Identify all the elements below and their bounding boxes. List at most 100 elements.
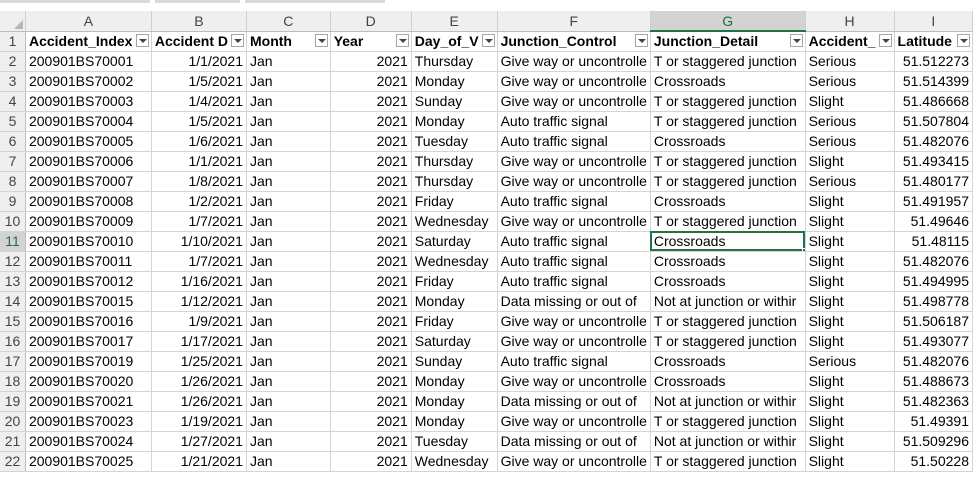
column-header-g[interactable]: G (650, 11, 806, 32)
cell-g[interactable]: T or staggered junction (650, 211, 806, 232)
cell-c[interactable]: Jan (246, 211, 331, 232)
cell-f[interactable]: Data missing or out of (497, 391, 651, 412)
cell-d[interactable]: 2021 (330, 231, 412, 252)
cell-a[interactable]: 200901BS70015 (25, 291, 152, 312)
cell-i[interactable]: 51.482076 (894, 131, 973, 152)
cell-h[interactable]: Slight (805, 91, 895, 112)
cell-b[interactable]: 1/8/2021 (151, 171, 247, 192)
cell-d[interactable]: 2021 (330, 191, 412, 212)
cell-b[interactable]: 1/17/2021 (151, 331, 247, 352)
filter-dropdown-icon[interactable] (230, 33, 244, 47)
cell-h[interactable]: Slight (805, 391, 895, 412)
cell-e[interactable]: Thursday (411, 151, 498, 172)
cell-f[interactable]: Auto traffic signal (497, 251, 651, 272)
header-cell-e[interactable]: Day_of_V (411, 31, 498, 52)
cell-c[interactable]: Jan (246, 51, 331, 72)
cell-d[interactable]: 2021 (330, 411, 412, 432)
filter-dropdown-icon[interactable] (957, 33, 970, 47)
cell-a[interactable]: 200901BS70011 (25, 251, 152, 272)
cell-e[interactable]: Thursday (411, 51, 498, 72)
cell-i[interactable]: 51.494995 (894, 271, 973, 292)
cell-f[interactable]: Auto traffic signal (497, 191, 651, 212)
cell-h[interactable]: Slight (805, 231, 895, 252)
cell-b[interactable]: 1/27/2021 (151, 431, 247, 452)
cell-g[interactable]: Crossroads (650, 191, 806, 212)
cell-c[interactable]: Jan (246, 171, 331, 192)
cell-e[interactable]: Friday (411, 311, 498, 332)
filter-dropdown-icon[interactable] (135, 33, 149, 47)
cell-f[interactable]: Auto traffic signal (497, 351, 651, 372)
cell-h[interactable]: Serious (805, 171, 895, 192)
cell-f[interactable]: Give way or uncontrolle (497, 171, 651, 192)
cell-c[interactable]: Jan (246, 391, 331, 412)
cell-e[interactable]: Monday (411, 411, 498, 432)
fill-handle[interactable] (801, 247, 805, 250)
row-header[interactable]: 19 (0, 391, 26, 412)
cell-c[interactable]: Jan (246, 431, 331, 452)
cell-h[interactable]: Slight (805, 191, 895, 212)
cell-h[interactable]: Serious (805, 351, 895, 372)
row-header[interactable]: 17 (0, 351, 26, 372)
row-header[interactable]: 21 (0, 431, 26, 452)
cell-e[interactable]: Monday (411, 71, 498, 92)
cell-d[interactable]: 2021 (330, 111, 412, 132)
cell-e[interactable]: Tuesday (411, 131, 498, 152)
cell-a[interactable]: 200901BS70024 (25, 431, 152, 452)
filter-dropdown-icon[interactable] (314, 33, 328, 47)
cell-d[interactable]: 2021 (330, 271, 412, 292)
cell-i[interactable]: 51.498778 (894, 291, 973, 312)
cell-h[interactable]: Slight (805, 331, 895, 352)
row-header[interactable]: 14 (0, 291, 26, 312)
cell-c[interactable]: Jan (246, 151, 331, 172)
cell-d[interactable]: 2021 (330, 131, 412, 152)
cell-f[interactable]: Give way or uncontrolle (497, 51, 651, 72)
cell-d[interactable]: 2021 (330, 351, 412, 372)
cell-i[interactable]: 51.48115 (894, 231, 973, 252)
cell-e[interactable]: Tuesday (411, 431, 498, 452)
cell-a[interactable]: 200901BS70017 (25, 331, 152, 352)
cell-c[interactable]: Jan (246, 351, 331, 372)
cell-g[interactable]: Crossroads (650, 231, 806, 252)
cell-h[interactable]: Slight (805, 411, 895, 432)
cell-d[interactable]: 2021 (330, 91, 412, 112)
cell-i[interactable]: 51.512273 (894, 51, 973, 72)
cell-e[interactable]: Wednesday (411, 451, 498, 472)
cell-b[interactable]: 1/5/2021 (151, 71, 247, 92)
cell-b[interactable]: 1/2/2021 (151, 191, 247, 212)
cell-i[interactable]: 51.49391 (894, 411, 973, 432)
row-header[interactable]: 22 (0, 451, 26, 472)
cell-f[interactable]: Give way or uncontrolle (497, 411, 651, 432)
row-header[interactable]: 18 (0, 371, 26, 392)
cell-e[interactable]: Monday (411, 391, 498, 412)
filter-dropdown-icon[interactable] (634, 33, 648, 47)
cell-f[interactable]: Auto traffic signal (497, 131, 651, 152)
cell-d[interactable]: 2021 (330, 251, 412, 272)
cell-g[interactable]: Not at junction or withir (650, 291, 806, 312)
column-header-c[interactable]: C (246, 11, 331, 32)
filter-dropdown-icon[interactable] (395, 33, 409, 47)
cell-g[interactable]: Crossroads (650, 251, 806, 272)
row-header[interactable]: 3 (0, 71, 26, 92)
cell-i[interactable]: 51.50228 (894, 451, 973, 472)
cell-f[interactable]: Give way or uncontrolle (497, 451, 651, 472)
cell-e[interactable]: Monday (411, 371, 498, 392)
column-header-f[interactable]: F (497, 11, 651, 32)
cell-c[interactable]: Jan (246, 251, 331, 272)
cell-a[interactable]: 200901BS70002 (25, 71, 152, 92)
cell-f[interactable]: Auto traffic signal (497, 111, 651, 132)
cell-i[interactable]: 51.507804 (894, 111, 973, 132)
cell-b[interactable]: 1/26/2021 (151, 371, 247, 392)
row-header[interactable]: 4 (0, 91, 26, 112)
cell-a[interactable]: 200901BS70004 (25, 111, 152, 132)
cell-h[interactable]: Serious (805, 71, 895, 92)
cell-g[interactable]: T or staggered junction (650, 171, 806, 192)
header-cell-i[interactable]: Latitude (894, 31, 973, 52)
cell-c[interactable]: Jan (246, 311, 331, 332)
row-header[interactable]: 12 (0, 251, 26, 272)
column-header-e[interactable]: E (411, 11, 498, 32)
cell-h[interactable]: Serious (805, 51, 895, 72)
cell-g[interactable]: Crossroads (650, 131, 806, 152)
cell-h[interactable]: Slight (805, 151, 895, 172)
row-header[interactable]: 2 (0, 51, 26, 72)
cell-c[interactable]: Jan (246, 191, 331, 212)
